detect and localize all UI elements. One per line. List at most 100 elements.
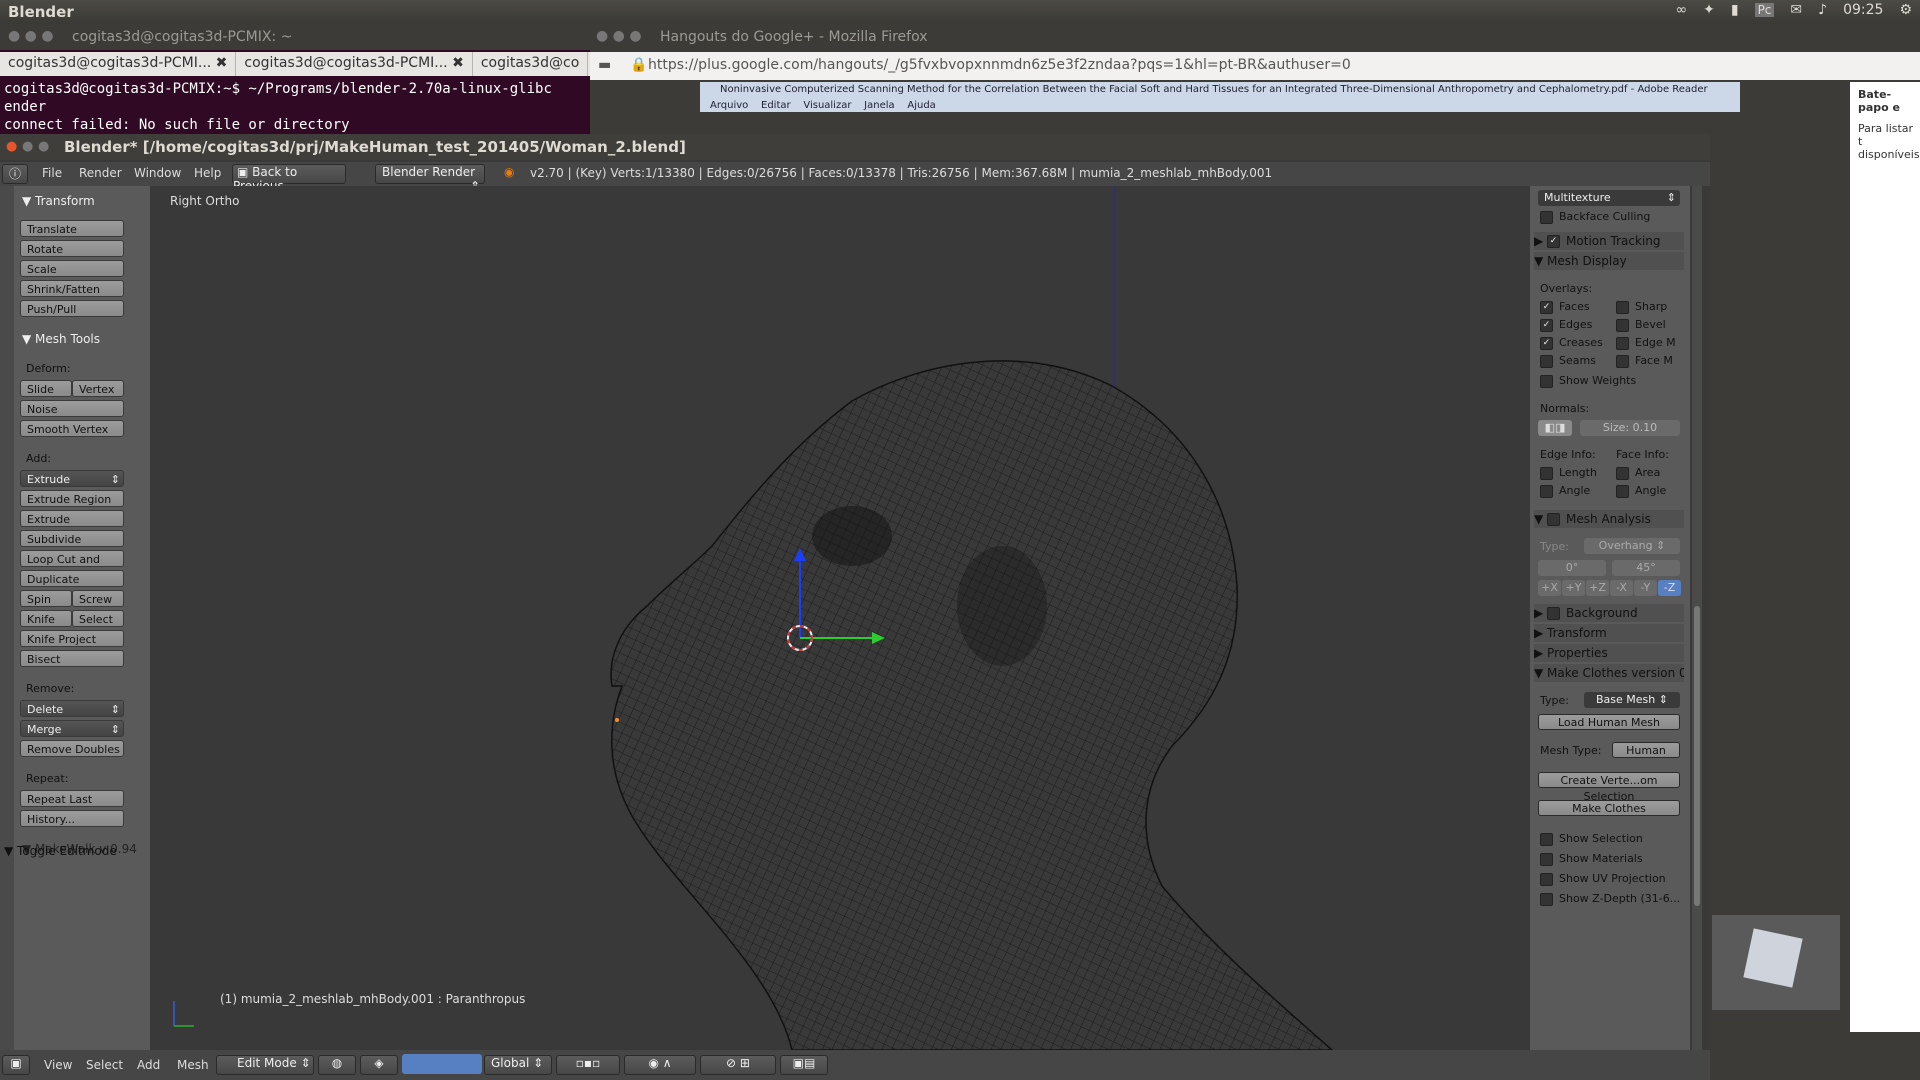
- analysis-type-select[interactable]: Overhang ⇕: [1584, 538, 1680, 554]
- shrink-fatten-button[interactable]: Shrink/Fatten: [20, 280, 124, 297]
- vertex-slide-button[interactable]: Vertex: [72, 380, 124, 397]
- menu-file[interactable]: File: [42, 166, 62, 180]
- faces-toggle[interactable]: ✓ Faces: [1540, 300, 1590, 314]
- creases-toggle[interactable]: ✓ Creases: [1540, 336, 1603, 350]
- show-zdepth-toggle[interactable]: Show Z-Depth (31-6...: [1540, 892, 1680, 906]
- adobe-menu-item[interactable]: Visualizar: [803, 100, 851, 111]
- shading-mode-icon[interactable]: ◍: [318, 1055, 356, 1075]
- menu-add[interactable]: Add: [137, 1058, 160, 1072]
- menu-render[interactable]: Render: [79, 166, 122, 180]
- mesh-analysis-panel[interactable]: ▼ Mesh Analysis: [1534, 510, 1684, 528]
- maximize-icon[interactable]: ●: [38, 139, 49, 154]
- delete-select[interactable]: Delete ⇕: [20, 700, 124, 717]
- volume-icon[interactable]: ♪: [1818, 2, 1827, 18]
- dropbox-icon[interactable]: ✦: [1703, 2, 1715, 18]
- mc-type-select[interactable]: Base Mesh ⇕: [1584, 692, 1680, 708]
- normals-display-icon[interactable]: ◧◨: [1538, 420, 1572, 436]
- mesh-display-panel[interactable]: ▼ Mesh Display: [1534, 252, 1684, 270]
- keyboard-layout[interactable]: Pc: [1754, 3, 1775, 17]
- network-icon[interactable]: ∞: [1675, 2, 1687, 18]
- scale-button[interactable]: Scale: [20, 260, 124, 277]
- duplicate-button[interactable]: Duplicate: [20, 570, 124, 587]
- snap-icon[interactable]: ⊘ ⊞: [700, 1055, 776, 1075]
- menu-window[interactable]: Window: [134, 166, 181, 180]
- face-angle-toggle[interactable]: Angle: [1616, 484, 1666, 498]
- screw-button[interactable]: Screw: [72, 590, 124, 607]
- axis-pz-button[interactable]: +Z: [1586, 580, 1609, 596]
- analysis-min-field[interactable]: 0°: [1538, 560, 1606, 576]
- properties-scrollbar[interactable]: [1692, 186, 1702, 1050]
- window-controls-icon[interactable]: ● ● ●: [596, 28, 642, 44]
- signal-icon[interactable]: ▮: [1731, 2, 1739, 18]
- knife-button[interactable]: Knife: [20, 610, 72, 627]
- adobe-menu-item[interactable]: Arquivo: [710, 100, 748, 111]
- render-engine-select[interactable]: Blender Render⇕: [375, 164, 485, 193]
- analysis-max-field[interactable]: 45°: [1612, 560, 1680, 576]
- normals-size-field[interactable]: Size: 0.10: [1580, 420, 1680, 436]
- 3d-viewport[interactable]: Right Ortho (1) mumia_2_meshlab_mhBody.0…: [152, 186, 1530, 1050]
- properties-subpanel[interactable]: ▶ Properties: [1534, 644, 1684, 662]
- knife-select-button[interactable]: Select: [72, 610, 124, 627]
- render-icon[interactable]: ▣▤: [780, 1055, 828, 1075]
- show-selection-toggle[interactable]: Show Selection: [1540, 832, 1643, 846]
- load-human-mesh-button[interactable]: Load Human Mesh: [1538, 714, 1680, 730]
- loop-cut-button[interactable]: Loop Cut and Slide: [20, 550, 124, 583]
- axis-py-button[interactable]: +Y: [1562, 580, 1585, 596]
- axis-ny-button[interactable]: -Y: [1634, 580, 1657, 596]
- mail-icon[interactable]: ✉: [1790, 2, 1802, 18]
- push-pull-button[interactable]: Push/Pull: [20, 300, 124, 317]
- toggle-editmode-header[interactable]: ▼ Toggle Editmode: [4, 844, 117, 858]
- transform-panel-header[interactable]: ▼ Transform: [22, 194, 95, 208]
- axis-px-button[interactable]: +X: [1538, 580, 1561, 596]
- pivot-point-icon[interactable]: ◈: [360, 1055, 398, 1075]
- terminal-tab[interactable]: cogitas3d@co: [473, 52, 589, 76]
- sharp-toggle[interactable]: Sharp: [1616, 300, 1667, 314]
- seams-toggle[interactable]: Seams: [1540, 354, 1596, 368]
- motion-tracking-panel[interactable]: ▶ ✓ Motion Tracking: [1534, 232, 1684, 250]
- mode-select[interactable]: Edit Mode ⇕: [216, 1055, 314, 1075]
- noise-button[interactable]: Noise: [20, 400, 124, 417]
- show-weights-toggle[interactable]: Show Weights: [1540, 374, 1636, 388]
- adobe-menu-item[interactable]: Janela: [864, 100, 894, 111]
- proportional-edit-icon[interactable]: ◉ ∧: [624, 1055, 696, 1075]
- selected-vertex[interactable]: [615, 718, 619, 722]
- slide-edge-button[interactable]: Slide Ed: [20, 380, 72, 413]
- spin-button[interactable]: Spin: [20, 590, 72, 607]
- minimize-icon[interactable]: ●: [22, 139, 33, 154]
- extrude-select[interactable]: Extrude ⇕: [20, 470, 124, 487]
- adobe-menu-item[interactable]: Editar: [761, 100, 791, 111]
- back-to-previous-button[interactable]: ▣ Back to Previous: [232, 164, 346, 193]
- show-uv-toggle[interactable]: Show UV Projection: [1540, 872, 1666, 886]
- bisect-button[interactable]: Bisect: [20, 650, 124, 667]
- gear-icon[interactable]: ⚙: [1899, 2, 1912, 18]
- make-clothes-button[interactable]: Make Clothes: [1538, 800, 1680, 816]
- show-materials-toggle[interactable]: Show Materials: [1540, 852, 1643, 866]
- clock[interactable]: 09:25: [1843, 2, 1883, 18]
- shading-select[interactable]: Multitexture ⇕: [1538, 190, 1680, 206]
- manipulator-toggles[interactable]: [402, 1054, 482, 1074]
- create-verts-button[interactable]: Create Verte...om Selection: [1538, 772, 1680, 803]
- select-mode-icon[interactable]: ▫▪▫: [556, 1055, 620, 1075]
- area-toggle[interactable]: Area: [1616, 466, 1660, 480]
- face-marks-toggle[interactable]: Face M: [1616, 354, 1673, 368]
- edges-toggle[interactable]: ✓ Edges: [1540, 318, 1592, 332]
- url-text[interactable]: https://plus.google.com/hangouts/_/g5fvx…: [648, 57, 1351, 73]
- smooth-vertex-button[interactable]: Smooth Vertex: [20, 420, 124, 437]
- bevel-toggle[interactable]: Bevel: [1616, 318, 1666, 332]
- rotate-button[interactable]: Rotate: [20, 240, 124, 257]
- orientation-select[interactable]: Global ⇕: [484, 1055, 552, 1075]
- menu-select[interactable]: Select: [86, 1058, 123, 1072]
- editor-type-icon[interactable]: ▣: [2, 1055, 30, 1075]
- menu-mesh[interactable]: Mesh: [177, 1058, 209, 1072]
- axis-nx-button[interactable]: -X: [1610, 580, 1633, 596]
- mesh-type-button[interactable]: Human: [1612, 742, 1680, 758]
- merge-select[interactable]: Merge ⇕: [20, 720, 124, 737]
- menu-help[interactable]: Help: [194, 166, 221, 180]
- terminal-tab[interactable]: cogitas3d@cogitas3d-PCMI... ✖: [0, 52, 237, 76]
- close-icon[interactable]: ●: [6, 139, 17, 154]
- translate-button[interactable]: Translate: [20, 220, 124, 237]
- window-controls-icon[interactable]: ● ● ●: [8, 28, 54, 44]
- remove-doubles-button[interactable]: Remove Doubles: [20, 740, 124, 757]
- make-clothes-panel[interactable]: ▼ Make Clothes version 0.9: [1534, 664, 1684, 682]
- history-button[interactable]: History...: [20, 810, 124, 827]
